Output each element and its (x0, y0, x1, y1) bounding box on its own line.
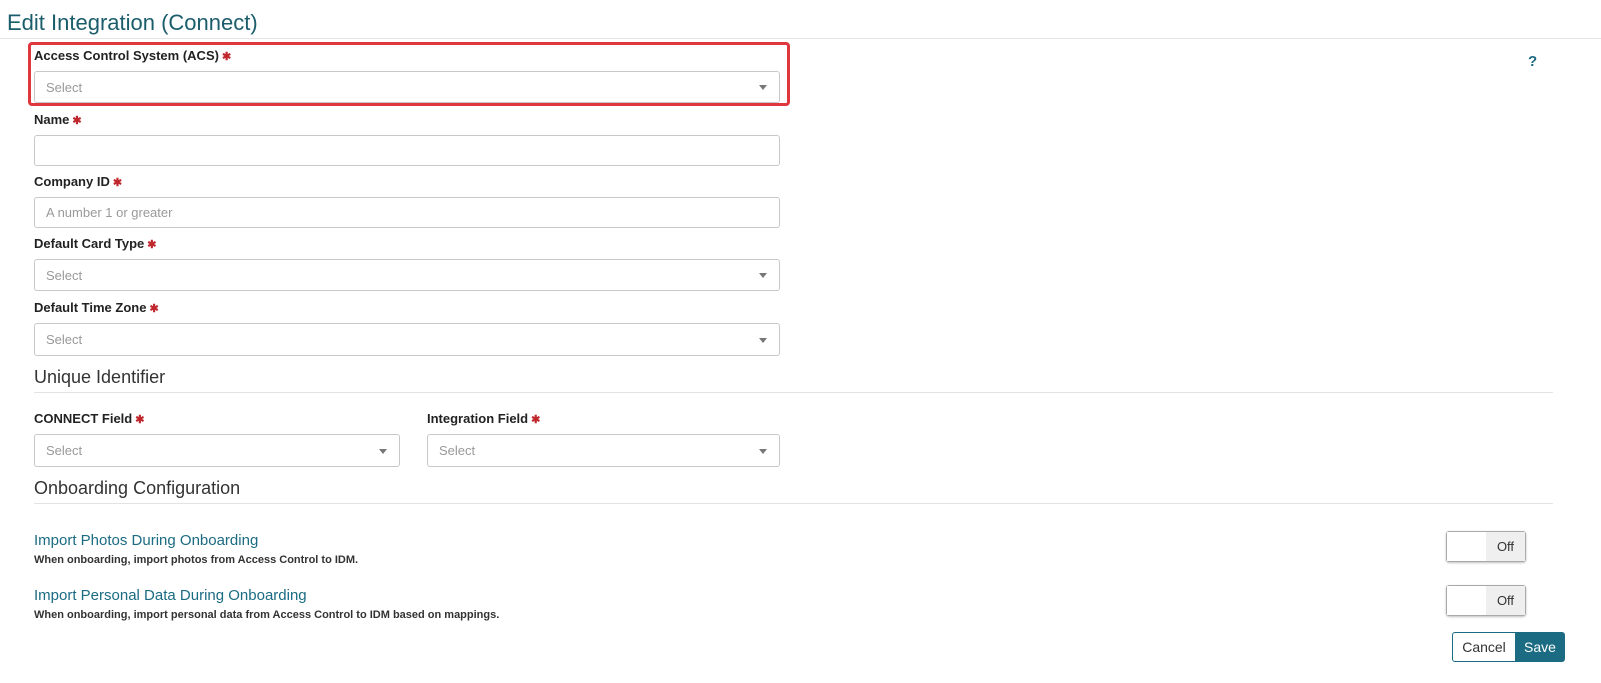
required-asterisk-icon: ✱ (135, 414, 145, 426)
company-id-placeholder: A number 1 or greater (46, 205, 173, 220)
chevron-down-icon (379, 448, 387, 454)
required-asterisk-icon: ✱ (112, 177, 123, 189)
company-id-input[interactable]: A number 1 or greater (34, 197, 780, 228)
connect-field-select[interactable]: Select (34, 434, 400, 467)
integration-field-select[interactable]: Select (427, 434, 780, 467)
page-title: Edit Integration (Connect) (7, 10, 258, 35)
integration-field-select-placeholder: Select (439, 443, 476, 458)
unique-identifier-title: Unique Identifier (34, 367, 166, 387)
required-asterisk-icon: ✱ (221, 51, 232, 63)
time-zone-select[interactable]: Select (34, 323, 780, 356)
connect-field-label: CONNECT Field ✱ (34, 411, 145, 426)
time-zone-select-placeholder: Select (46, 332, 83, 347)
help-icon[interactable]: ? (1528, 53, 1537, 70)
title-divider (0, 38, 1601, 39)
section-divider (34, 392, 1553, 393)
connect-field-select-placeholder: Select (46, 443, 83, 458)
onboarding-configuration-title: Onboarding Configuration (34, 478, 241, 498)
acs-select[interactable]: Select (34, 71, 780, 103)
chevron-down-icon (759, 273, 767, 278)
toggle-handle (1447, 586, 1487, 615)
toggle-state-label: Off (1486, 532, 1525, 561)
toggle-handle (1447, 532, 1487, 561)
chevron-down-icon (759, 337, 767, 343)
company-id-label: Company ID ✱ (34, 174, 123, 189)
required-asterisk-icon: ✱ (147, 239, 157, 251)
time-zone-label: Default Time Zone ✱ (34, 300, 159, 315)
cancel-button[interactable]: Cancel (1452, 632, 1516, 662)
chevron-down-icon (759, 85, 767, 90)
acs-select-placeholder: Select (46, 79, 83, 95)
acs-label: Access Control System (ACS) ✱ (34, 48, 232, 63)
import-personal-data-title[interactable]: Import Personal Data During Onboarding (34, 587, 307, 604)
import-personal-data-description: When onboarding, import personal data fr… (34, 609, 500, 621)
name-label: Name ✱ (34, 112, 82, 127)
card-type-label: Default Card Type ✱ (34, 236, 157, 251)
required-asterisk-icon: ✱ (72, 115, 82, 127)
chevron-down-icon (759, 448, 767, 454)
import-photos-description: When onboarding, import photos from Acce… (34, 554, 359, 566)
name-input[interactable] (34, 135, 780, 166)
import-personal-data-toggle[interactable]: Off (1446, 585, 1526, 616)
card-type-select-placeholder: Select (46, 267, 83, 283)
import-photos-toggle[interactable]: Off (1446, 531, 1526, 562)
card-type-select[interactable]: Select (34, 259, 780, 291)
required-asterisk-icon: ✱ (531, 414, 541, 426)
required-asterisk-icon: ✱ (149, 303, 159, 315)
save-button[interactable]: Save (1515, 632, 1565, 662)
import-photos-title[interactable]: Import Photos During Onboarding (34, 532, 258, 549)
toggle-state-label: Off (1486, 586, 1525, 615)
section-divider (34, 503, 1553, 504)
integration-field-label: Integration Field ✱ (427, 411, 541, 426)
